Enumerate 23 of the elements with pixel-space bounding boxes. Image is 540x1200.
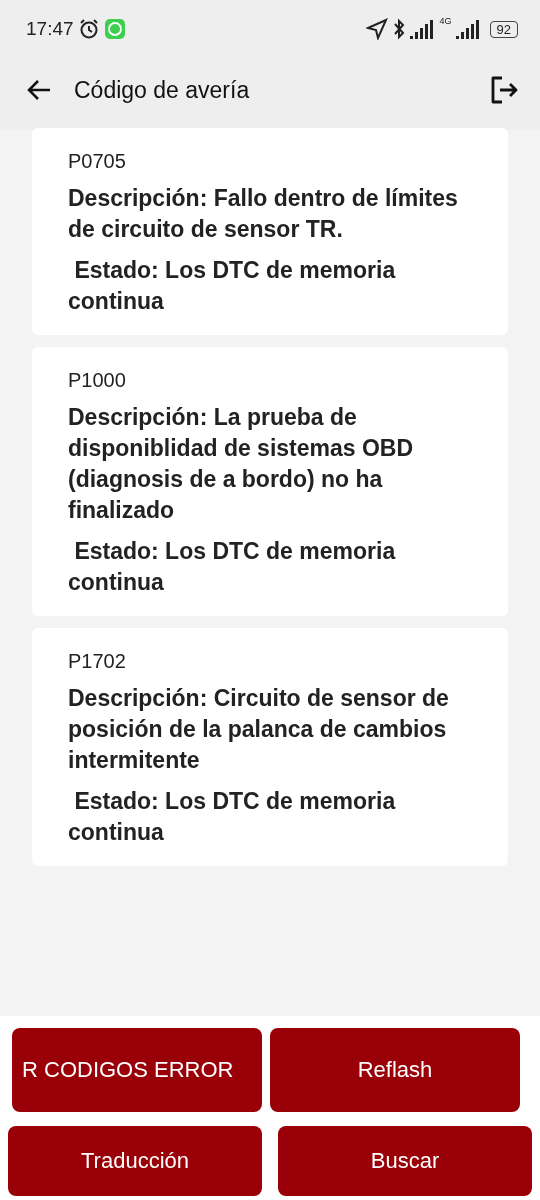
signal-icon: [409, 18, 436, 40]
back-arrow-icon: [26, 78, 52, 102]
action-button[interactable]: R CODIGOS ERROR: [12, 1028, 262, 1112]
signal-icon: [455, 18, 482, 40]
fault-code: P1702: [68, 650, 127, 673]
network-label: 4G: [439, 16, 452, 26]
fault-description: Descripción: Circuito de sensor de posición de la palanca de cambios intermitente: [68, 684, 450, 775]
status-time: 17:47: [26, 18, 74, 40]
page-title: Código de avería: [74, 76, 250, 104]
location-icon: [365, 18, 388, 40]
action-button[interactable]: Buscar: [278, 1126, 532, 1196]
fault-code: P1000: [68, 369, 127, 392]
action-button[interactable]: Traducción: [8, 1126, 262, 1196]
fault-description: Descripción: La prueba de disponiblidad de sistemas OBD (diagnosis de a bordo) no ha finalizado: [68, 403, 415, 525]
fault-description: Descripción: Fallo dentro de límites de circuito de sensor TR.: [68, 184, 459, 244]
chat-app-icon: [103, 18, 126, 40]
fault-status: Estado: Los DTC de memoria continua: [68, 256, 397, 316]
fault-status: Estado: Los DTC de memoria continua: [68, 537, 397, 597]
battery-indicator: 92: [489, 20, 518, 38]
fault-status: Estado: Los DTC de memoria continua: [68, 787, 397, 847]
fault-code: P0705: [68, 150, 127, 173]
action-button[interactable]: Reflash: [270, 1028, 520, 1112]
bluetooth-icon: [391, 18, 406, 40]
